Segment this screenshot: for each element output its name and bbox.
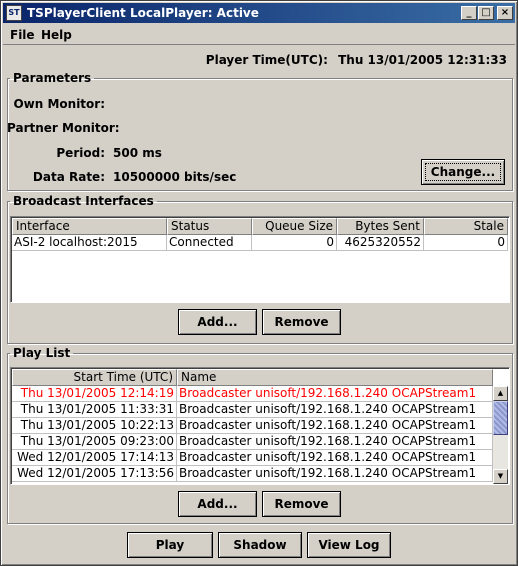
- data-rate-value: 10500000 bits/sec: [113, 170, 237, 184]
- scroll-up-arrow-icon[interactable]: ▲: [493, 386, 508, 401]
- data-rate-label: Data Rate:: [32, 170, 105, 184]
- table-row[interactable]: ASI-2 localhost:2015 Connected 0 4625320…: [12, 235, 508, 251]
- change-button[interactable]: Change...: [421, 159, 505, 185]
- play-list-legend: Play List: [13, 346, 71, 360]
- cell-status: Connected: [167, 235, 252, 251]
- play-button[interactable]: Play: [127, 532, 213, 558]
- cell-stale: 0: [424, 235, 508, 251]
- cell-interface: ASI-2 localhost:2015: [12, 235, 167, 251]
- cell-start-time: Thu 13/01/2005 12:14:19: [12, 386, 177, 402]
- maximize-button[interactable]: □: [478, 6, 494, 20]
- col-stale[interactable]: Stale: [424, 218, 508, 235]
- cell-start-time: Wed 12/01/2005 17:13:56: [12, 466, 177, 482]
- app-icon: ST: [6, 5, 22, 21]
- scrollbar-thumb[interactable]: [493, 401, 508, 435]
- broadcast-interfaces-table[interactable]: Interface Status Queue Size Bytes Sent S…: [10, 216, 510, 303]
- partner-monitor-label: Partner Monitor:: [7, 121, 120, 135]
- menu-help[interactable]: Help: [41, 28, 72, 42]
- parameters-legend: Parameters: [13, 71, 92, 85]
- view-log-button[interactable]: View Log: [307, 532, 391, 558]
- play-list-add-button[interactable]: Add...: [178, 491, 257, 517]
- play-list-table[interactable]: Start Time (UTC) Name Thu 13/01/2005 12:…: [10, 367, 510, 485]
- own-monitor-label: Own Monitor:: [13, 97, 105, 111]
- list-item[interactable]: Thu 13/01/2005 11:33:31 Broadcaster unis…: [12, 402, 493, 418]
- player-time-value: Thu 13/01/2005 12:31:33: [338, 53, 507, 67]
- cell-bytes-sent: 4625320552: [337, 235, 424, 251]
- col-interface[interactable]: Interface: [12, 218, 167, 235]
- period-value: 500 ms: [113, 146, 162, 160]
- cell-start-time: Thu 13/01/2005 10:22:13: [12, 418, 177, 434]
- cell-name: Broadcaster unisoft/192.168.1.240 OCAPSt…: [177, 434, 493, 450]
- title-bar[interactable]: ST TSPlayerClient LocalPlayer: Active _ …: [3, 3, 515, 23]
- col-bytes-sent[interactable]: Bytes Sent: [337, 218, 424, 235]
- minimize-button[interactable]: _: [461, 6, 477, 20]
- cell-name: Broadcaster unisoft/192.168.1.240 OCAPSt…: [177, 466, 493, 482]
- col-start-time[interactable]: Start Time (UTC): [12, 369, 177, 386]
- col-status[interactable]: Status: [167, 218, 252, 235]
- broadcast-interfaces-legend: Broadcast Interfaces: [13, 194, 154, 208]
- col-name[interactable]: Name: [177, 369, 493, 386]
- play-list-scrollbar[interactable]: ▲ ▼: [493, 386, 508, 484]
- cell-start-time: Wed 12/01/2005 17:14:13: [12, 450, 177, 466]
- broadcast-add-button[interactable]: Add...: [178, 309, 257, 335]
- menu-file[interactable]: File: [10, 28, 35, 42]
- list-item[interactable]: Wed 12/01/2005 17:13:56 Broadcaster unis…: [12, 466, 493, 482]
- app-window: ST TSPlayerClient LocalPlayer: Active _ …: [0, 0, 518, 566]
- list-item[interactable]: Thu 13/01/2005 10:22:13 Broadcaster unis…: [12, 418, 493, 434]
- cell-start-time: Thu 13/01/2005 09:23:00: [12, 434, 177, 450]
- broadcast-remove-button[interactable]: Remove: [262, 309, 341, 335]
- cell-name: Broadcaster unisoft/192.168.1.240 OCAPSt…: [177, 450, 493, 466]
- player-time: Player Time(UTC): Thu 13/01/2005 12:31:3…: [200, 53, 507, 67]
- broadcast-table-header: Interface Status Queue Size Bytes Sent S…: [12, 218, 508, 235]
- play-list-header: Start Time (UTC) Name: [12, 369, 493, 386]
- list-item[interactable]: Thu 13/01/2005 12:14:19 Broadcaster unis…: [12, 386, 493, 402]
- cell-name: Broadcaster unisoft/192.168.1.240 OCAPSt…: [177, 418, 493, 434]
- player-time-label: Player Time(UTC):: [205, 53, 328, 67]
- menu-bar: File Help: [3, 25, 515, 45]
- col-queue-size[interactable]: Queue Size: [252, 218, 337, 235]
- scroll-down-arrow-icon[interactable]: ▼: [493, 469, 508, 484]
- cell-name: Broadcaster unisoft/192.168.1.240 OCAPSt…: [177, 402, 493, 418]
- window-title: TSPlayerClient LocalPlayer: Active: [27, 6, 259, 20]
- period-label: Period:: [56, 146, 105, 160]
- list-item[interactable]: Thu 13/01/2005 09:23:00 Broadcaster unis…: [12, 434, 493, 450]
- cell-name: Broadcaster unisoft/192.168.1.240 OCAPSt…: [177, 386, 493, 402]
- cell-start-time: Thu 13/01/2005 11:33:31: [12, 402, 177, 418]
- play-list-remove-button[interactable]: Remove: [262, 491, 341, 517]
- close-button[interactable]: ×: [497, 6, 513, 20]
- shadow-button[interactable]: Shadow: [218, 532, 302, 558]
- cell-queue-size: 0: [252, 235, 337, 251]
- list-item[interactable]: Wed 12/01/2005 17:14:13 Broadcaster unis…: [12, 450, 493, 466]
